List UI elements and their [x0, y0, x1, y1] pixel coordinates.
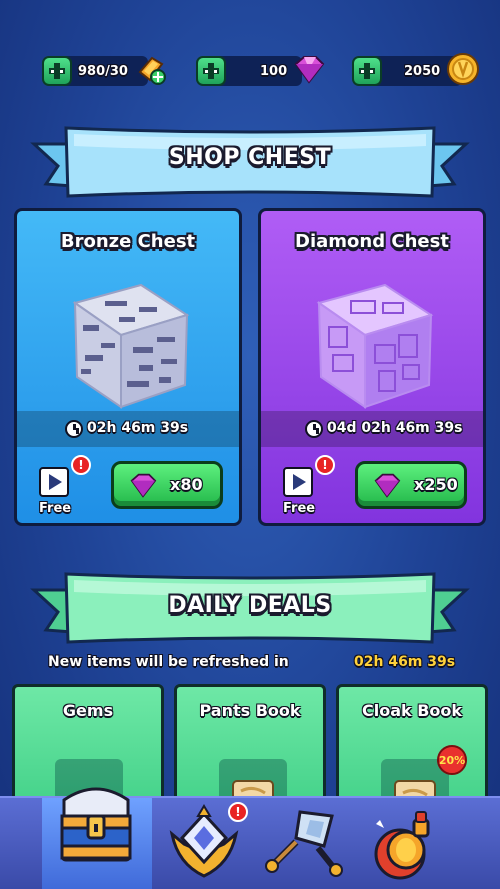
discount-badge: 20% [437, 745, 467, 775]
add-coins-button[interactable] [352, 56, 382, 86]
weapons-icon [265, 810, 343, 877]
tab-weapons[interactable] [256, 798, 366, 889]
energy-value: 980/30 [78, 63, 128, 79]
diamond-chest-cube-icon [316, 283, 434, 409]
shop-chest-title: SHOP CHEST [168, 145, 332, 170]
refresh-timer: 02h 46m 39s [354, 654, 456, 670]
diamond-chest-card[interactable]: Diamond Chest 04d 02h 46m 39s ! Free x25… [258, 208, 486, 526]
bronze-chest-title: Bronze Chest [60, 231, 196, 252]
diamond-timer: 04d 02h 46m 39s [327, 420, 463, 436]
diamond-chest-title: Diamond Chest [295, 231, 449, 252]
bottom-nav: ! [0, 787, 500, 889]
diamond-alert-badge: ! [315, 455, 335, 475]
diamond-free-label: Free [283, 501, 316, 516]
deal-title: Gems [62, 701, 114, 720]
daily-deals-banner: DAILY DEALS [0, 566, 500, 656]
tab-rank[interactable]: ! [152, 798, 262, 889]
bronze-price: x80 [170, 475, 203, 494]
bronze-chest-cube-icon [72, 283, 190, 409]
deal-title: Pants Book [199, 701, 301, 720]
daily-deals-title: DAILY DEALS [168, 593, 332, 618]
shop-chest-banner: SHOP CHEST [0, 118, 500, 208]
refresh-text: New items will be refreshed in [48, 654, 289, 670]
gems-value: 100 [260, 63, 288, 79]
potion-icon [374, 811, 430, 880]
diamond-buy-button[interactable]: x250 [355, 461, 467, 509]
coins-value: 2050 [404, 63, 441, 79]
bronze-buy-button[interactable]: x80 [111, 461, 223, 509]
clock-icon [65, 420, 83, 438]
gem-icon [294, 56, 325, 84]
diamond-timer-bar: 04d 02h 46m 39s [261, 411, 483, 447]
bronze-alert-badge: ! [71, 455, 91, 475]
bronze-timer: 02h 46m 39s [87, 420, 189, 436]
deal-title: Cloak Book [361, 701, 463, 720]
gem-icon [130, 473, 157, 498]
add-energy-button[interactable] [42, 56, 72, 86]
bronze-timer-bar: 02h 46m 39s [17, 411, 239, 447]
gems-counter: 100 [196, 56, 302, 86]
diamond-price: x250 [414, 475, 458, 494]
gem-icon [374, 473, 401, 498]
bronze-chest-card[interactable]: Bronze Chest 02h 46m 39s ! Free x80 [14, 208, 242, 526]
tab-shop[interactable] [42, 787, 152, 889]
watch-ad-button[interactable] [283, 467, 313, 497]
clock-icon [305, 420, 323, 438]
energy-counter: 980/30 [42, 56, 148, 86]
bronze-free-label: Free [39, 501, 72, 516]
add-gems-button[interactable] [196, 56, 226, 86]
rank-alert-badge: ! [228, 802, 248, 822]
chest-icon [60, 787, 132, 862]
coin-icon [447, 53, 479, 85]
tab-potions[interactable] [360, 798, 470, 889]
energy-icon [138, 56, 166, 85]
watch-ad-button[interactable] [39, 467, 69, 497]
